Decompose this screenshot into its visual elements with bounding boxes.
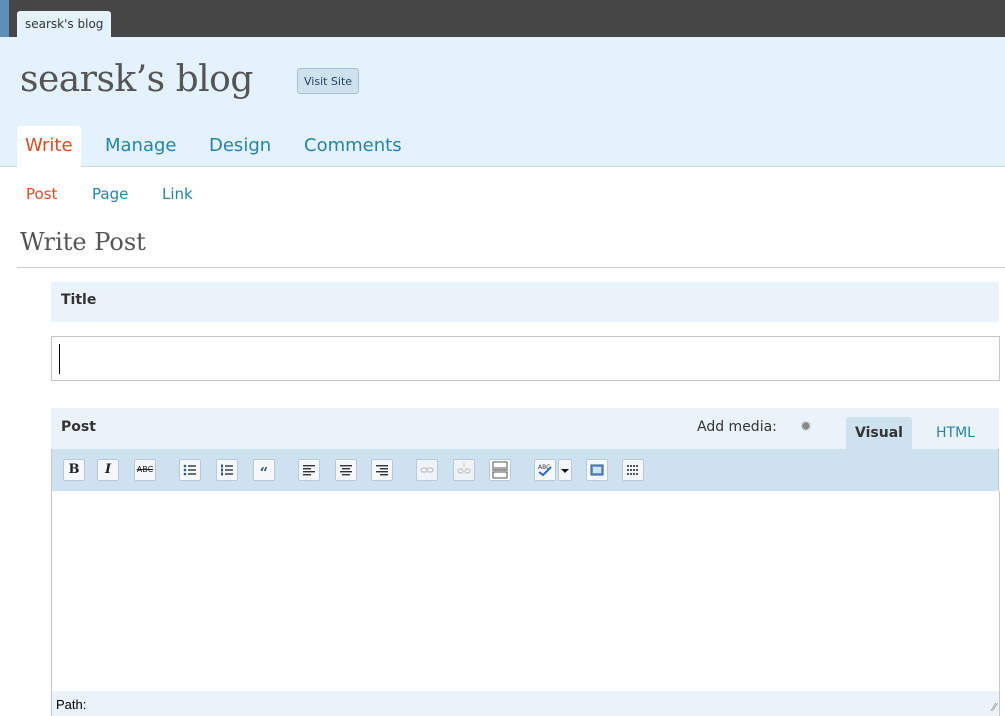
path-label: Path:: [56, 697, 87, 712]
align-left-button[interactable]: [298, 459, 320, 481]
visit-site-button[interactable]: Visit Site: [297, 68, 360, 94]
align-right-button[interactable]: [371, 459, 393, 481]
numbered-list-button[interactable]: [216, 459, 238, 481]
divider: [17, 267, 1005, 268]
resize-grip-icon[interactable]: ⁄⁄: [992, 701, 996, 714]
add-media-label: Add media:: [697, 419, 777, 435]
subnav-link[interactable]: Link: [162, 184, 193, 204]
bullet-list-button[interactable]: [179, 459, 201, 481]
tab-write[interactable]: Write: [17, 126, 81, 167]
fullscreen-button[interactable]: [586, 459, 608, 481]
blog-title: searsk’s blog: [20, 59, 253, 100]
title-section-header: Title: [51, 282, 999, 322]
site-tab[interactable]: searsk's blog: [17, 11, 112, 37]
italic-button[interactable]: I: [97, 459, 119, 481]
align-center-icon: [340, 465, 352, 476]
insert-link-button[interactable]: [416, 459, 438, 481]
title-input[interactable]: [51, 336, 1000, 381]
tab-design[interactable]: Design: [209, 126, 271, 167]
kitchen-sink-button[interactable]: [622, 459, 644, 481]
align-center-button[interactable]: [335, 459, 357, 481]
tab-visual[interactable]: Visual: [846, 417, 912, 449]
subnav-post[interactable]: Post: [26, 184, 57, 204]
spellcheck-button[interactable]: ABC: [534, 459, 556, 481]
spellcheck-dropdown[interactable]: [558, 459, 572, 481]
editor-path-bar: Path: ⁄⁄: [51, 691, 1000, 716]
kitchen-sink-icon: [627, 465, 638, 475]
align-left-icon: [303, 465, 315, 476]
numbered-list-icon: [221, 464, 233, 476]
subnav-page[interactable]: Page: [92, 184, 128, 204]
title-label: Title: [61, 292, 97, 308]
tab-manage[interactable]: Manage: [105, 126, 177, 167]
admin-top-bar: [0, 0, 1005, 37]
text-caret: [59, 344, 60, 374]
unlink-button[interactable]: [453, 459, 475, 481]
tab-html[interactable]: HTML: [936, 417, 975, 449]
bold-button[interactable]: B: [63, 459, 85, 481]
insert-more-button[interactable]: [489, 459, 511, 481]
align-right-icon: [376, 465, 388, 476]
fullscreen-icon: [590, 464, 604, 476]
top-bar-edge: [0, 0, 9, 37]
spellcheck-icon: ABC: [538, 464, 552, 477]
strikethrough-button[interactable]: ABC: [134, 459, 156, 481]
post-label: Post: [61, 419, 96, 435]
tab-comments[interactable]: Comments: [304, 126, 402, 167]
gear-icon[interactable]: ✹: [800, 419, 812, 435]
unlink-icon: [457, 463, 471, 474]
bullet-list-icon: [183, 464, 196, 476]
more-tag-icon: [492, 461, 508, 479]
post-section-header: Post Add media: ✹ Visual HTML: [51, 408, 999, 449]
blockquote-button[interactable]: “: [253, 459, 275, 482]
link-icon: [420, 467, 434, 473]
post-content-editor[interactable]: [51, 491, 1000, 691]
chevron-down-icon: [561, 469, 569, 473]
page-title: Write Post: [20, 228, 146, 256]
editor-toolbar: B I ABC “ ABC: [51, 449, 999, 491]
